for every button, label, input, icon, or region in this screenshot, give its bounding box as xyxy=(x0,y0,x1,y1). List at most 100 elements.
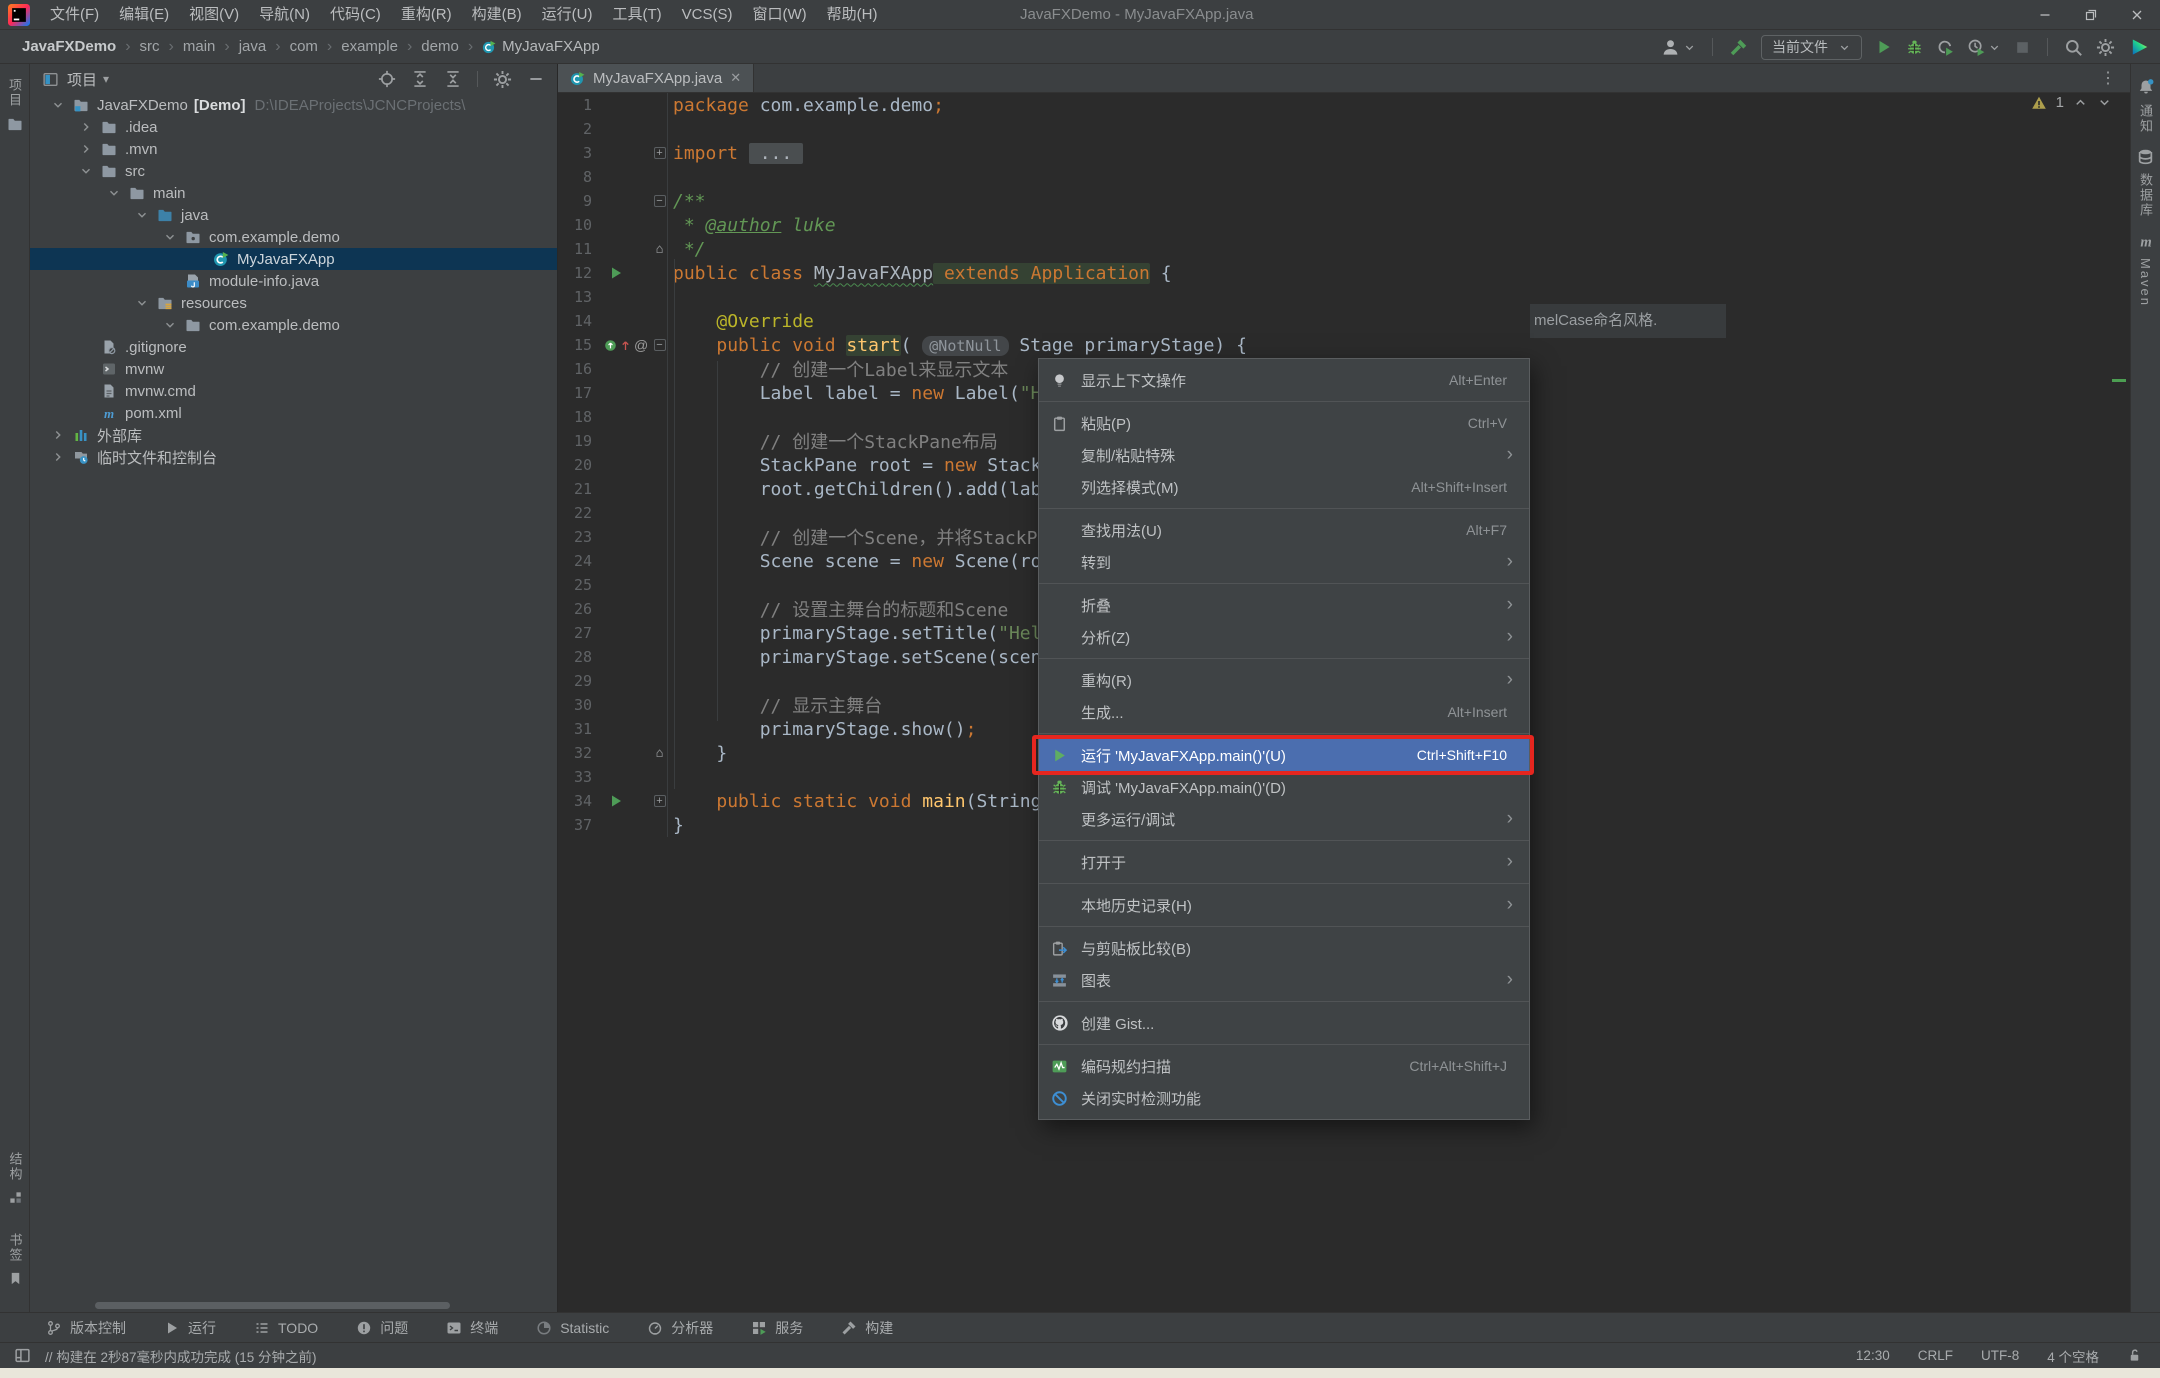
menu-代码(C)[interactable]: 代码(C) xyxy=(320,6,391,23)
stripe-button-项目[interactable]: 项目 xyxy=(5,78,24,132)
minimize-panel-icon[interactable] xyxy=(527,70,545,88)
status-item[interactable]: UTF-8 xyxy=(1981,1348,2019,1363)
horizontal-scrollbar[interactable] xyxy=(95,1302,450,1309)
layout-icon[interactable] xyxy=(14,1347,31,1364)
toolwindow-button-运行[interactable]: 运行 xyxy=(164,1318,216,1338)
chevron-down-icon[interactable] xyxy=(128,296,156,310)
profiler-button[interactable] xyxy=(1936,38,1954,56)
more-options-icon[interactable]: ⋮ xyxy=(2100,68,2116,88)
tree-item-com.example.demo[interactable]: com.example.demo xyxy=(30,314,557,336)
context-menu-item-关闭实时检测功能[interactable]: 关闭实时检测功能 xyxy=(1039,1082,1529,1114)
context-menu-item-编码规约扫描[interactable]: 编码规约扫描Ctrl+Alt+Shift+J xyxy=(1039,1050,1529,1082)
context-menu-item-创建 Gist...[interactable]: 创建 Gist... xyxy=(1039,1007,1529,1039)
run-button[interactable] xyxy=(1875,38,1893,56)
run-gutter-icon[interactable] xyxy=(608,265,624,281)
toolwindow-button-分析器[interactable]: 分析器 xyxy=(647,1318,713,1338)
context-menu-item-调试 'MyJavaFXApp.main()'(D)[interactable]: 调试 'MyJavaFXApp.main()'(D) xyxy=(1039,771,1529,803)
breadcrumb-item[interactable]: demo xyxy=(421,38,459,55)
chevron-right-icon[interactable] xyxy=(44,428,72,442)
search-everywhere-button[interactable] xyxy=(2064,38,2083,57)
menu-构建(B)[interactable]: 构建(B) xyxy=(462,6,532,23)
chevron-right-icon[interactable] xyxy=(72,120,100,134)
breadcrumb-item[interactable]: com xyxy=(290,38,318,55)
tree-item-module-info.java[interactable]: module-info.java xyxy=(30,270,557,292)
overrides-gutter-icon[interactable]: @ xyxy=(604,337,648,353)
error-stripe-mark[interactable] xyxy=(2112,379,2126,382)
chevron-down-icon[interactable] xyxy=(100,186,128,200)
menu-窗口(W)[interactable]: 窗口(W) xyxy=(742,6,816,23)
context-menu-item-重构(R)[interactable]: 重构(R)› xyxy=(1039,664,1529,696)
menu-视图(V)[interactable]: 视图(V) xyxy=(179,6,249,23)
tree-item-.gitignore[interactable]: .gitignore xyxy=(30,336,557,358)
locate-icon[interactable] xyxy=(378,70,396,88)
build-project-button[interactable] xyxy=(1729,38,1748,57)
chevron-down-icon[interactable] xyxy=(44,98,72,112)
context-menu-item-列选择模式(M)[interactable]: 列选择模式(M)Alt+Shift+Insert xyxy=(1039,471,1529,503)
chevron-right-icon[interactable] xyxy=(44,450,72,464)
context-menu-item-运行 'MyJavaFXApp.main()'(U)[interactable]: 运行 'MyJavaFXApp.main()'(U)Ctrl+Shift+F10 xyxy=(1039,739,1529,771)
chevron-up-icon[interactable] xyxy=(2073,95,2088,110)
menu-编辑(E)[interactable]: 编辑(E) xyxy=(109,6,179,23)
editor-tab[interactable]: MyJavaFXApp.java ✕ xyxy=(558,64,754,92)
run-configuration-select[interactable]: 当前文件 xyxy=(1761,35,1862,60)
close-button[interactable] xyxy=(2114,0,2160,30)
tree-item-JavaFXDemo[interactable]: JavaFXDemo[Demo]D:\IDEAProjects\JCNCProj… xyxy=(30,94,557,116)
toolbox-icon[interactable] xyxy=(2128,36,2150,58)
context-menu-item-更多运行/调试[interactable]: 更多运行/调试› xyxy=(1039,803,1529,835)
tree-item-临时文件和控制台[interactable]: 临时文件和控制台 xyxy=(30,446,557,468)
settings-button[interactable] xyxy=(2096,38,2115,57)
menu-文件(F)[interactable]: 文件(F) xyxy=(40,6,109,23)
status-item[interactable]: 4 个空格 xyxy=(2047,1346,2099,1366)
stripe-button-书签[interactable]: 书签 xyxy=(6,1233,25,1286)
chevron-down-icon[interactable] xyxy=(2097,95,2112,110)
tree-item-main[interactable]: main xyxy=(30,182,557,204)
gear-icon[interactable] xyxy=(493,70,512,89)
fold-collapse-icon[interactable]: − xyxy=(654,339,666,351)
close-icon[interactable]: ✕ xyxy=(730,70,741,86)
context-menu-item-查找用法(U)[interactable]: 查找用法(U)Alt+F7 xyxy=(1039,514,1529,546)
toolwindow-button-Statistic[interactable]: Statistic xyxy=(536,1320,609,1336)
context-menu-item-复制/粘贴特殊[interactable]: 复制/粘贴特殊› xyxy=(1039,439,1529,471)
maximize-button[interactable] xyxy=(2068,0,2114,30)
context-menu-item-与剪贴板比较(B)[interactable]: 与剪贴板比较(B) xyxy=(1039,932,1529,964)
menu-VCS(S)[interactable]: VCS(S) xyxy=(672,6,743,23)
chevron-down-icon[interactable] xyxy=(156,230,184,244)
fold-expand-icon[interactable]: + xyxy=(654,795,666,807)
tree-item-com.example.demo[interactable]: com.example.demo xyxy=(30,226,557,248)
tree-item-外部库[interactable]: 外部库 xyxy=(30,424,557,446)
tree-item-mvnw.cmd[interactable]: mvnw.cmd xyxy=(30,380,557,402)
menu-帮助(H)[interactable]: 帮助(H) xyxy=(817,6,888,23)
toolwindow-button-TODO[interactable]: TODO xyxy=(254,1320,318,1336)
chevron-right-icon[interactable] xyxy=(72,142,100,156)
context-menu-item-本地历史记录(H)[interactable]: 本地历史记录(H)› xyxy=(1039,889,1529,921)
context-menu-item-粘贴(P)[interactable]: 粘贴(P)Ctrl+V xyxy=(1039,407,1529,439)
tree-item-java[interactable]: java xyxy=(30,204,557,226)
breadcrumb-item[interactable]: java xyxy=(239,38,267,55)
menu-工具(T)[interactable]: 工具(T) xyxy=(602,6,671,23)
expand-all-icon[interactable] xyxy=(411,70,429,88)
breadcrumb-item[interactable]: src xyxy=(140,38,160,55)
tree-item-mvnw[interactable]: mvnw xyxy=(30,358,557,380)
context-menu-item-显示上下文操作[interactable]: 显示上下文操作Alt+Enter xyxy=(1039,364,1529,396)
status-item[interactable]: CRLF xyxy=(1918,1348,1953,1363)
tree-item-.idea[interactable]: .idea xyxy=(30,116,557,138)
status-item[interactable]: 12:30 xyxy=(1856,1348,1890,1363)
toolwindow-button-构建[interactable]: 构建 xyxy=(841,1318,893,1338)
toolwindow-button-问题[interactable]: 问题 xyxy=(356,1318,408,1338)
project-panel-title[interactable]: 项目 xyxy=(67,69,97,90)
chevron-down-icon[interactable] xyxy=(128,208,156,222)
fold-collapse-icon[interactable]: − xyxy=(654,195,666,207)
toolwindow-button-服务[interactable]: 服务 xyxy=(751,1318,803,1338)
menu-重构(R)[interactable]: 重构(R) xyxy=(391,6,462,23)
debug-button[interactable] xyxy=(1906,39,1923,56)
context-menu-item-图表[interactable]: 图表› xyxy=(1039,964,1529,996)
user-account-button[interactable] xyxy=(1661,38,1696,57)
run-gutter-icon[interactable] xyxy=(608,793,624,809)
breadcrumb-item[interactable]: MyJavaFXApp xyxy=(482,38,600,55)
chevron-down-icon[interactable] xyxy=(156,318,184,332)
inspection-widget[interactable]: 1 xyxy=(2031,94,2112,111)
tree-item-.mvn[interactable]: .mvn xyxy=(30,138,557,160)
stripe-button-数据库[interactable]: 数据库 xyxy=(2136,148,2155,218)
context-menu-item-分析(Z)[interactable]: 分析(Z)› xyxy=(1039,621,1529,653)
menu-运行(U)[interactable]: 运行(U) xyxy=(532,6,603,23)
